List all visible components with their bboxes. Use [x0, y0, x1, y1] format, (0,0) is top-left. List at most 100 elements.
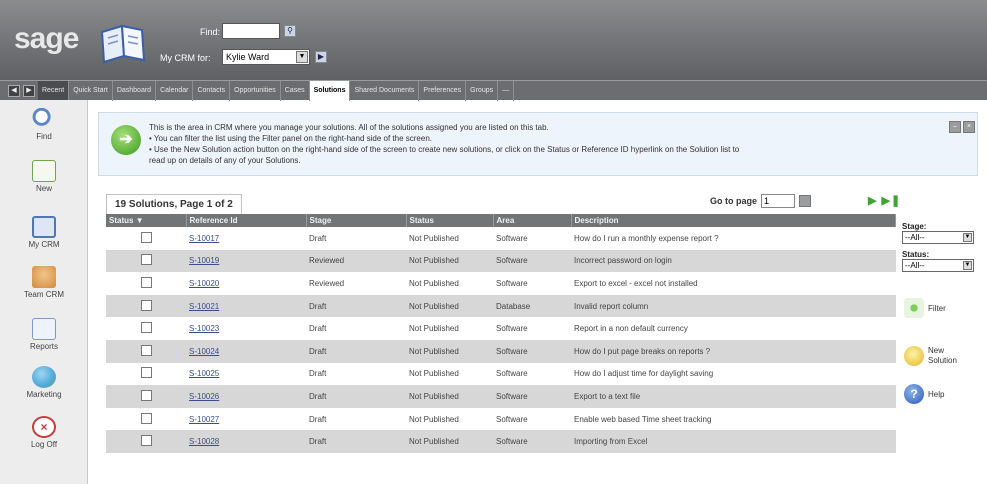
- row-checkbox[interactable]: [141, 299, 152, 311]
- tab-more[interactable]: —: [498, 80, 515, 101]
- table-row: S-10027 Draft Not Published Software Ena…: [106, 408, 896, 431]
- status-filter-value: --All--: [905, 261, 925, 270]
- reference-id-link[interactable]: S-10027: [189, 415, 219, 424]
- globe-icon: [32, 366, 56, 388]
- column-header-description[interactable]: Description: [571, 214, 896, 227]
- stage-filter-label: Stage:: [902, 222, 927, 231]
- reference-id-link[interactable]: S-10019: [189, 256, 219, 265]
- reference-id-link[interactable]: S-10025: [189, 369, 219, 378]
- new-solution-button[interactable]: New Solution: [904, 346, 957, 366]
- sidebar-label: Find: [36, 132, 52, 141]
- solutions-table: Status ▼ Reference Id Stage Status Area …: [106, 214, 896, 453]
- status-filter-select[interactable]: --All-- ▼: [902, 259, 974, 272]
- sidebar-item-log-off[interactable]: × Log Off: [0, 416, 88, 449]
- tab-calendar[interactable]: Calendar: [156, 80, 194, 101]
- tab-shared-documents[interactable]: Shared Documents: [350, 80, 420, 101]
- row-checkbox[interactable]: [141, 435, 152, 447]
- tab-cases[interactable]: Cases: [281, 80, 310, 101]
- row-checkbox[interactable]: [141, 344, 152, 356]
- row-checkbox[interactable]: [141, 367, 152, 379]
- back-arrow-icon[interactable]: ◀: [8, 84, 20, 97]
- tab-recent[interactable]: Recent: [38, 80, 70, 101]
- reference-id-link[interactable]: S-10028: [189, 437, 219, 446]
- minimize-icon[interactable]: –: [949, 121, 961, 133]
- filter-button[interactable]: Filter: [904, 298, 946, 318]
- column-header-status[interactable]: Status: [406, 214, 494, 227]
- row-checkbox[interactable]: [141, 276, 152, 288]
- stage-cell: Draft: [306, 294, 406, 318]
- tab-preferences[interactable]: Preferences: [419, 80, 467, 101]
- stage-cell: Draft: [306, 339, 406, 363]
- new-solution-line2: Solution: [928, 356, 957, 365]
- crm-for-select[interactable]: Kylie Ward ▼: [222, 49, 310, 65]
- magnifier-icon: [32, 108, 56, 130]
- reference-id-link[interactable]: S-10020: [189, 279, 219, 288]
- reference-id-link[interactable]: S-10017: [189, 234, 219, 243]
- reference-id-link[interactable]: S-10026: [189, 392, 219, 401]
- app-header: sage Find: ⚲ My CRM for: Kylie Ward ▼ ▶: [0, 0, 987, 80]
- tab-opportunities[interactable]: Opportunities: [230, 80, 281, 101]
- go-button[interactable]: [799, 195, 811, 207]
- sidebar-item-my-crm[interactable]: My CRM: [0, 216, 88, 249]
- close-icon[interactable]: ×: [963, 121, 975, 133]
- area-cell: Software: [496, 324, 528, 334]
- status-filter-label: Status:: [902, 250, 930, 259]
- reference-id-link[interactable]: S-10023: [189, 324, 219, 333]
- forward-arrow-icon[interactable]: ▶: [23, 84, 35, 97]
- left-sidebar: Find New My CRM Team CRM Reports Marketi…: [0, 100, 88, 484]
- new-solution-line1: New: [928, 346, 945, 355]
- sidebar-item-reports[interactable]: Reports: [0, 318, 88, 351]
- table-row: S-10019 Reviewed Not Published Software …: [106, 249, 896, 273]
- sidebar-item-marketing[interactable]: Marketing: [0, 366, 88, 399]
- reference-id-link[interactable]: S-10021: [189, 302, 219, 311]
- crm-for-label: My CRM for:: [160, 53, 211, 63]
- column-header-stage[interactable]: Stage: [306, 214, 407, 227]
- table-row: S-10020 Reviewed Not Published Software …: [106, 272, 896, 295]
- sidebar-item-team-crm[interactable]: Team CRM: [0, 266, 88, 299]
- go-to-page-input[interactable]: 1: [761, 194, 795, 208]
- next-page-icon[interactable]: ▶ ▶❚: [868, 194, 901, 207]
- reports-icon: [32, 318, 56, 340]
- row-checkbox[interactable]: [141, 254, 152, 266]
- stage-cell: Draft: [309, 414, 327, 424]
- reference-id-link[interactable]: S-10024: [189, 347, 219, 356]
- status-cell: Not Published: [406, 430, 493, 453]
- status-cell: Not Published: [409, 369, 459, 379]
- crm-for-go-icon[interactable]: ▶: [315, 51, 327, 63]
- tab-quick-start[interactable]: Quick Start: [69, 80, 113, 101]
- row-checkbox[interactable]: [141, 389, 152, 401]
- tab-contacts[interactable]: Contacts: [193, 80, 231, 101]
- row-checkbox[interactable]: [141, 412, 152, 424]
- table-row: S-10024 Draft Not Published Software How…: [106, 339, 896, 363]
- sage-logo: sage: [14, 22, 79, 55]
- description-cell: Export to a text file: [571, 385, 896, 408]
- find-go-icon[interactable]: ⚲: [284, 25, 296, 37]
- info-text: This is the area in CRM where you manage…: [149, 122, 929, 166]
- filter-icon: [904, 298, 924, 318]
- stage-filter-select[interactable]: --All-- ▼: [902, 231, 974, 244]
- status-cell: Not Published: [409, 233, 459, 243]
- tab-dashboard[interactable]: Dashboard: [113, 80, 157, 101]
- info-arrow-icon: ➔: [111, 125, 141, 155]
- description-cell: How do I run a monthly expense report ?: [574, 233, 719, 243]
- sidebar-item-find[interactable]: Find: [0, 108, 88, 141]
- chevron-down-icon: ▼: [963, 261, 972, 270]
- status-cell: Not Published: [406, 294, 493, 318]
- column-header-area[interactable]: Area: [493, 214, 572, 227]
- description-cell: Enable web based Time sheet tracking: [574, 414, 712, 424]
- description-cell: Importing from Excel: [571, 430, 896, 453]
- tab-solutions[interactable]: Solutions: [309, 80, 351, 101]
- tab-groups[interactable]: Groups: [466, 80, 499, 101]
- column-header-status-check[interactable]: Status ▼: [106, 214, 187, 227]
- row-checkbox[interactable]: [141, 231, 152, 243]
- help-button[interactable]: ? Help: [904, 384, 944, 404]
- go-to-page-label: Go to page: [710, 196, 757, 206]
- new-solution-label: New Solution: [928, 346, 957, 366]
- description-cell: How do I put page breaks on reports ?: [571, 339, 896, 363]
- column-header-reference-id[interactable]: Reference Id: [186, 214, 307, 227]
- sidebar-item-new[interactable]: New: [0, 160, 88, 193]
- filter-panel: Stage: --All-- ▼ Status: --All-- ▼: [902, 222, 982, 278]
- description-cell: How do I adjust time for daylight saving: [574, 369, 714, 379]
- find-input[interactable]: [222, 23, 280, 39]
- row-checkbox[interactable]: [141, 322, 152, 334]
